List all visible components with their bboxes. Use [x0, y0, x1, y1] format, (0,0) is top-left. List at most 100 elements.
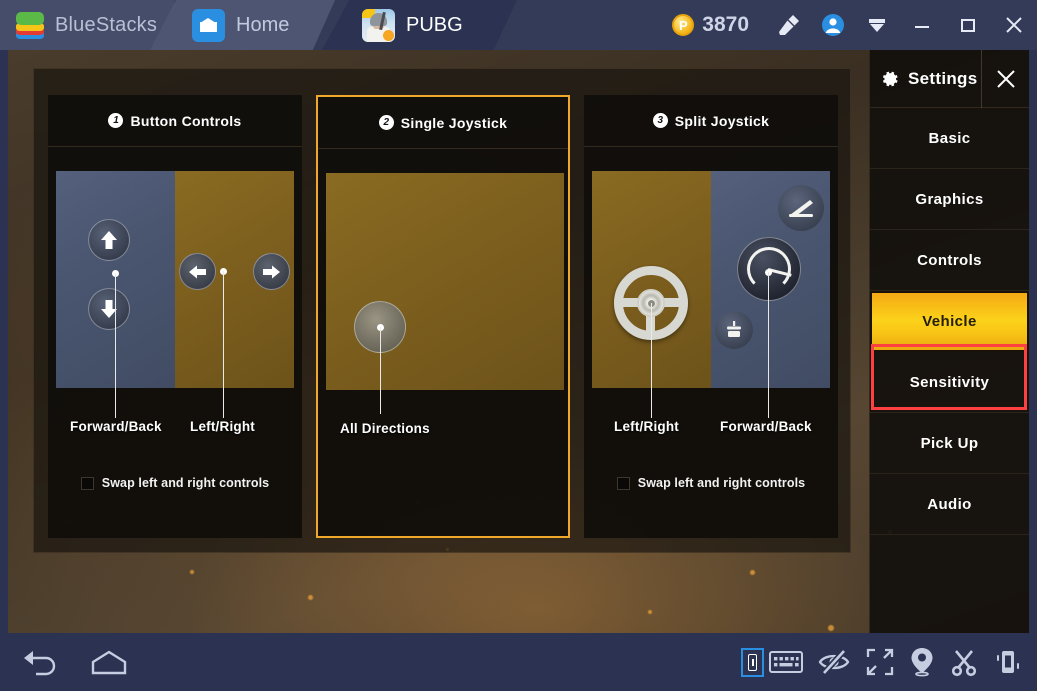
control-option-split-joystick[interactable]: 3 Split Joystick Left/Right Forward/Back…: [584, 95, 838, 538]
leader-line: [768, 388, 769, 418]
sidebar-item-graphics[interactable]: Graphics: [870, 169, 1029, 230]
control-option-single-joystick[interactable]: 2 Single Joystick All Directions: [316, 95, 570, 538]
caption-left-right: Left/Right: [614, 419, 679, 434]
option-preview: Left/Right Forward/Back Swap left and ri…: [584, 147, 838, 538]
tab-home-label: Home: [236, 13, 290, 36]
location-icon[interactable]: [909, 647, 935, 677]
settings-header: Settings: [870, 50, 1029, 108]
sidebar-item-basic[interactable]: Basic: [870, 108, 1029, 169]
preview-left-zone: [56, 171, 175, 388]
controls-pair: [741, 647, 803, 677]
swap-controls-row[interactable]: Swap left and right controls: [584, 476, 838, 490]
home-icon[interactable]: [88, 647, 130, 677]
preview-left-zone: [592, 171, 711, 388]
leader-line: [115, 273, 116, 388]
bottom-right-group: [741, 647, 1023, 677]
leader-line: [115, 388, 116, 418]
sidebar-item-label: Graphics: [915, 190, 984, 208]
swap-controls-label: Swap left and right controls: [101, 476, 270, 490]
back-button-icon: [88, 288, 130, 330]
left-button-icon: [179, 253, 216, 290]
sidebar-item-label: Controls: [917, 251, 982, 269]
leader-line: [651, 388, 652, 418]
control-scheme-columns: 1 Button Controls Forward/Back Left/Righ…: [48, 95, 838, 538]
bottom-toolbar: [0, 633, 1037, 691]
option-preview: All Directions: [318, 149, 568, 540]
settings-title: Settings: [908, 68, 978, 88]
sidebar-item-audio[interactable]: Audio: [870, 474, 1029, 535]
right-button-icon: [253, 253, 290, 290]
settings-sidebar: Settings Basic Graphics Controls Vehicle…: [869, 50, 1029, 633]
ambient-spark: [648, 610, 652, 614]
swap-controls-label: Swap left and right controls: [637, 476, 806, 490]
title-bar: BlueStacks Home PUBG P 3870: [0, 0, 1037, 50]
accelerator-pedal-icon: [778, 185, 824, 231]
option-header: 1 Button Controls: [48, 95, 302, 147]
account-avatar-icon[interactable]: [811, 0, 855, 50]
keyboard-icon[interactable]: [769, 649, 803, 675]
option-header: 2 Single Joystick: [318, 97, 568, 149]
swap-controls-checkbox[interactable]: [616, 476, 630, 490]
control-scheme-panel: 1 Button Controls Forward/Back Left/Righ…: [33, 68, 851, 553]
option-title: Split Joystick: [674, 112, 770, 129]
close-button[interactable]: [991, 0, 1037, 50]
option-number: 2: [378, 115, 394, 130]
forward-button-icon: [88, 219, 130, 261]
option-number: 1: [108, 113, 124, 128]
titlebar-right-group: P 3870: [672, 0, 1037, 50]
tab-home[interactable]: Home: [150, 0, 335, 50]
sidebar-item-label: Basic: [928, 129, 971, 147]
swap-controls-checkbox[interactable]: [80, 476, 94, 490]
ambient-spark: [308, 595, 313, 600]
game-viewport: 1 Button Controls Forward/Back Left/Righ…: [8, 50, 1029, 633]
sidebar-item-vehicle[interactable]: Vehicle: [870, 291, 1029, 352]
points-indicator[interactable]: P 3870: [672, 13, 749, 37]
control-option-button-controls[interactable]: 1 Button Controls Forward/Back Left/Righ…: [48, 95, 302, 538]
sidebar-item-pick-up[interactable]: Pick Up: [870, 413, 1029, 474]
ambient-spark: [828, 625, 834, 631]
hide-controls-icon[interactable]: [817, 648, 851, 676]
minimize-button[interactable]: [899, 0, 945, 50]
screenshot-scissors-icon[interactable]: [949, 647, 979, 677]
sidebar-item-label: Vehicle: [922, 313, 977, 330]
leader-line: [768, 272, 769, 388]
caption-forward-back: Forward/Back: [70, 419, 162, 434]
bluestacks-logo-icon: [16, 12, 46, 39]
bluestacks-brand: BlueStacks: [0, 0, 175, 50]
shake-device-icon[interactable]: [993, 647, 1023, 677]
sidebar-item-label: Audio: [927, 495, 972, 513]
game-controls-icon[interactable]: [741, 647, 764, 677]
points-coin-icon: P: [672, 14, 695, 36]
option-number: 3: [652, 113, 668, 128]
swap-controls-row[interactable]: Swap left and right controls: [48, 476, 302, 490]
leader-line: [223, 388, 224, 418]
tab-pubg[interactable]: PUBG: [322, 0, 517, 50]
handbrake-icon: [715, 311, 753, 349]
caption-all-directions: All Directions: [340, 421, 430, 436]
pubg-app-icon: [362, 8, 395, 42]
preview-right-zone: [711, 171, 830, 388]
back-icon[interactable]: [20, 647, 62, 677]
leader-line: [651, 303, 652, 388]
preview-right-zone: [175, 171, 294, 388]
brush-icon[interactable]: [767, 0, 811, 50]
fullscreen-icon[interactable]: [865, 647, 895, 677]
option-preview: Forward/Back Left/Right Swap left and ri…: [48, 147, 302, 538]
maximize-button[interactable]: [945, 0, 991, 50]
home-icon: [192, 8, 225, 42]
chevron-down-icon[interactable]: [855, 0, 899, 50]
caption-forward-back: Forward/Back: [720, 419, 812, 434]
points-count: 3870: [702, 13, 749, 36]
option-title: Single Joystick: [400, 114, 508, 131]
gear-icon: [882, 71, 898, 86]
tab-pubg-label: PUBG: [406, 13, 463, 36]
bottom-left-group: [0, 647, 130, 677]
option-header: 3 Split Joystick: [584, 95, 838, 147]
close-icon[interactable]: [981, 50, 1029, 108]
option-title: Button Controls: [130, 112, 242, 129]
leader-line: [380, 327, 381, 414]
ambient-spark: [750, 570, 755, 575]
sidebar-item-label: Sensitivity: [909, 373, 990, 391]
sidebar-item-sensitivity[interactable]: Sensitivity: [870, 352, 1029, 413]
sidebar-item-controls[interactable]: Controls: [870, 230, 1029, 291]
